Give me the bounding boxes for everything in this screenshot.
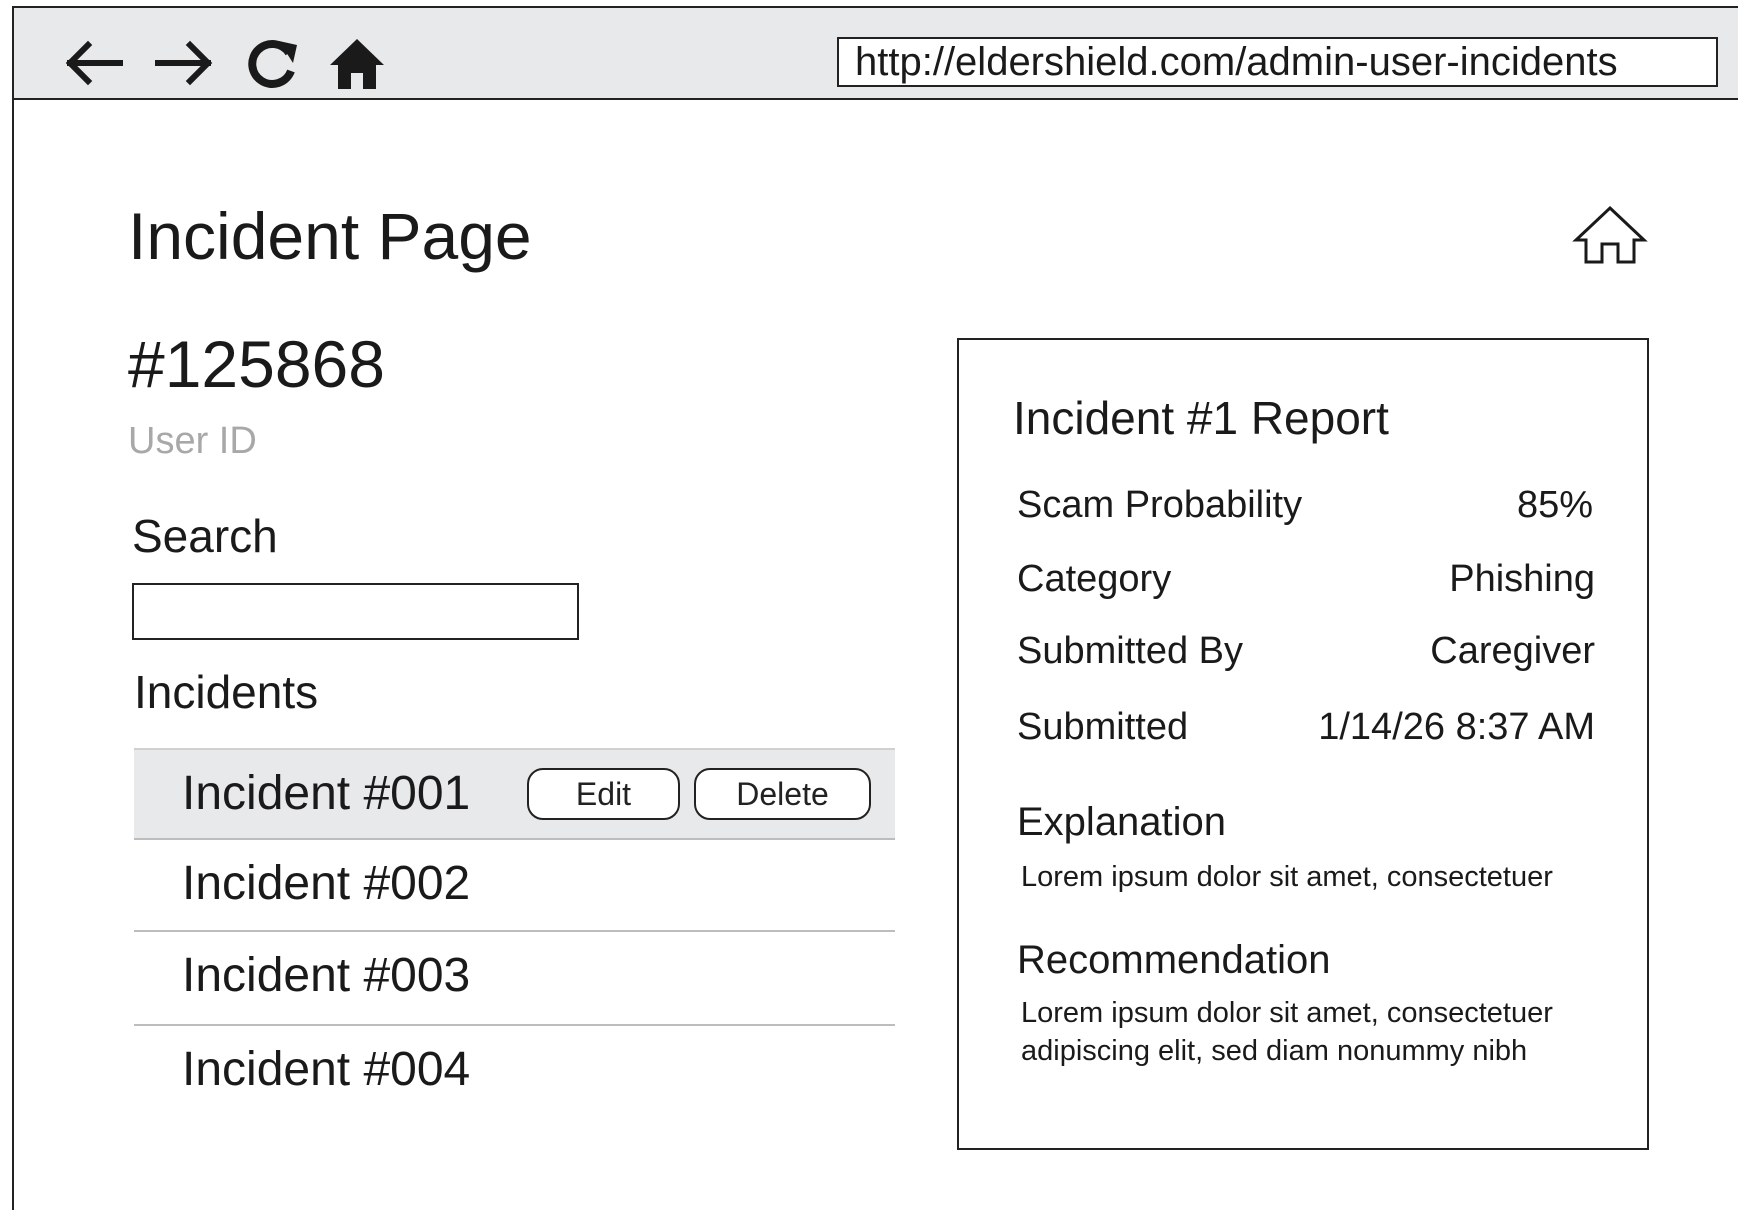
field-value: Phishing — [1449, 558, 1595, 600]
user-id-value: #125868 — [128, 327, 385, 401]
home-solid-icon[interactable] — [324, 32, 390, 94]
edit-button[interactable]: Edit — [527, 768, 680, 820]
search-label: Search — [132, 510, 278, 562]
field-value: 1/14/26 8:37 AM — [1318, 706, 1595, 748]
search-input[interactable] — [132, 583, 579, 640]
incident-name: Incident #002 — [182, 857, 471, 910]
field-label: Submitted By — [1017, 630, 1243, 672]
incident-row-003[interactable]: Incident #003 — [134, 932, 895, 1026]
recommendation-text: Lorem ipsum dolor sit amet, consectetuer… — [1021, 997, 1553, 1067]
browser-toolbar: http://eldershield.com/admin-user-incide… — [12, 6, 1738, 100]
field-value: Caregiver — [1430, 630, 1595, 672]
page-title: Incident Page — [128, 199, 532, 273]
delete-button[interactable]: Delete — [694, 768, 871, 820]
explanation-text: Lorem ipsum dolor sit amet, consectetuer — [1021, 861, 1553, 893]
report-title: Incident #1 Report — [1013, 392, 1389, 444]
field-label: Submitted — [1017, 706, 1189, 748]
incident-name: Incident #003 — [182, 949, 471, 1002]
field-label: Scam Probability — [1017, 484, 1303, 526]
incident-name: Incident #001 — [182, 767, 471, 820]
explanation-heading: Explanation — [1017, 800, 1227, 844]
field-value: 85% — [1516, 484, 1593, 526]
recommendation-heading: Recommendation — [1017, 938, 1331, 982]
reload-icon[interactable] — [240, 32, 306, 94]
incidents-heading: Incidents — [134, 666, 319, 718]
user-id-label: User ID — [128, 420, 257, 462]
incident-row-001[interactable]: Incident #001 Edit Delete — [134, 748, 895, 840]
incident-row-002[interactable]: Incident #002 — [134, 840, 895, 932]
forward-arrow-icon[interactable] — [152, 32, 218, 94]
incident-report-panel: Incident #1 Report Scam Probability 85% … — [957, 338, 1649, 1150]
address-bar[interactable]: http://eldershield.com/admin-user-incide… — [837, 37, 1718, 87]
field-label: Category — [1017, 558, 1172, 600]
incident-row-004[interactable]: Incident #004 — [134, 1026, 895, 1118]
incident-list: Incident #001 Edit Delete Incident #002 … — [134, 748, 895, 1118]
incident-name: Incident #004 — [182, 1043, 471, 1096]
home-outline-icon[interactable] — [1572, 204, 1648, 266]
back-arrow-icon[interactable] — [60, 32, 126, 94]
